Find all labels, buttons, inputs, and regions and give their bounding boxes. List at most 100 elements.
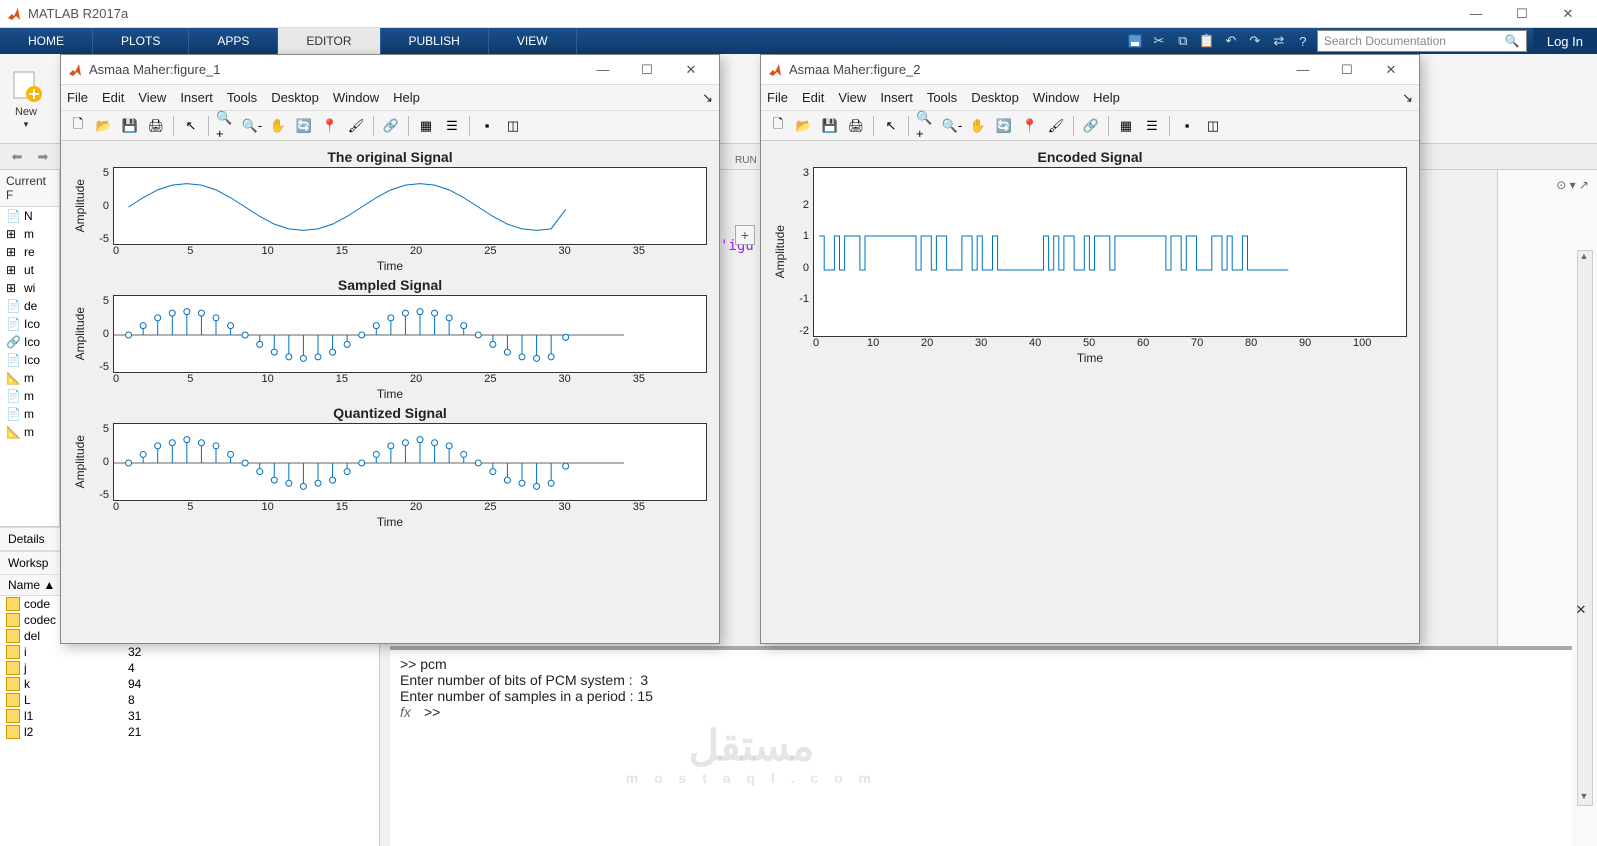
window-maximize-button[interactable]: ☐	[1499, 0, 1545, 28]
plot-area[interactable]	[113, 423, 707, 501]
scrollbar[interactable]: ▲ ▼	[1577, 250, 1593, 806]
brush-icon[interactable]: 🖌	[1045, 115, 1067, 137]
new-file-button[interactable]: New ▼	[8, 68, 44, 129]
menu-tools[interactable]: Tools	[227, 90, 257, 105]
figure-1-window[interactable]: Asmaa Maher:figure_1 — ☐ ✕ File Edit Vie…	[60, 54, 720, 644]
zoom-in-icon[interactable]: 🔍+	[215, 115, 237, 137]
fig-maximize-button[interactable]: ☐	[1325, 56, 1369, 84]
legend-icon[interactable]: ☰	[1141, 115, 1163, 137]
panel-controls[interactable]: ⊙ ▾ ↗	[1556, 178, 1589, 192]
rotate-icon[interactable]: 🔄	[293, 115, 315, 137]
zoom-out-icon[interactable]: 🔍-	[241, 115, 263, 137]
legend-icon[interactable]: ☰	[441, 115, 463, 137]
print-icon[interactable]: 🖨	[845, 115, 867, 137]
open-icon[interactable]: 📂	[793, 115, 815, 137]
menu-desktop[interactable]: Desktop	[271, 90, 319, 105]
cut-icon[interactable]: ✂	[1149, 31, 1169, 51]
menu-tools[interactable]: Tools	[927, 90, 957, 105]
figure-2-window[interactable]: Asmaa Maher:figure_2 — ☐ ✕ File Edit Vie…	[760, 54, 1420, 644]
menu-edit[interactable]: Edit	[102, 90, 124, 105]
menu-insert[interactable]: Insert	[180, 90, 213, 105]
pan-icon[interactable]: ✋	[267, 115, 289, 137]
hide-tools-icon[interactable]: ▪	[476, 115, 498, 137]
workspace-row[interactable]: L8	[0, 692, 379, 708]
editor-add-button[interactable]: +	[735, 225, 755, 245]
copy-icon[interactable]: ⧉	[1173, 31, 1193, 51]
scroll-down-icon[interactable]: ▼	[1578, 791, 1590, 805]
folder-list[interactable]: 📄N ⊞m ⊞re ⊞ut ⊞wi 📄de 📄Ico 🔗Ico 📄Ico 📐m …	[0, 207, 59, 441]
window-minimize-button[interactable]: —	[1453, 0, 1499, 28]
dock-icon[interactable]: ◫	[502, 115, 524, 137]
tab-home[interactable]: HOME	[0, 28, 93, 54]
save-icon[interactable]: 💾	[119, 115, 141, 137]
nav-forward-button[interactable]: ➡	[32, 146, 54, 168]
undo-icon[interactable]: ↶	[1221, 31, 1241, 51]
menu-docking-arrow-icon[interactable]: ↘	[702, 90, 713, 106]
menu-view[interactable]: View	[138, 90, 166, 105]
zoom-in-icon[interactable]: 🔍+	[915, 115, 937, 137]
command-window[interactable]: >> pcm Enter number of bits of PCM syste…	[390, 646, 1572, 846]
tab-apps[interactable]: APPS	[189, 28, 278, 54]
print-icon[interactable]: 🖨	[145, 115, 167, 137]
save-icon[interactable]: 💾	[819, 115, 841, 137]
zoom-out-icon[interactable]: 🔍-	[941, 115, 963, 137]
menu-desktop[interactable]: Desktop	[971, 90, 1019, 105]
nav-back-button[interactable]: ⬅	[6, 146, 28, 168]
redo-icon[interactable]: ↷	[1245, 31, 1265, 51]
menu-insert[interactable]: Insert	[880, 90, 913, 105]
tab-editor[interactable]: EDITOR	[278, 28, 380, 54]
switch-windows-icon[interactable]: ⇄	[1269, 31, 1289, 51]
plot-area[interactable]	[813, 167, 1407, 337]
colorbar-icon[interactable]: ▦	[415, 115, 437, 137]
fig-close-button[interactable]: ✕	[669, 56, 713, 84]
link-icon[interactable]: 🔗	[380, 115, 402, 137]
pointer-icon[interactable]: ↖	[880, 115, 902, 137]
pointer-icon[interactable]: ↖	[180, 115, 202, 137]
brush-icon[interactable]: 🖌	[345, 115, 367, 137]
dock-icon[interactable]: ◫	[1202, 115, 1224, 137]
close-panel-icon[interactable]: ✕	[1571, 602, 1591, 618]
tab-plots[interactable]: PLOTS	[93, 28, 189, 54]
menu-window[interactable]: Window	[1033, 90, 1079, 105]
fig-close-button[interactable]: ✕	[1369, 56, 1413, 84]
search-documentation-input[interactable]: Search Documentation 🔍	[1317, 30, 1527, 52]
menu-window[interactable]: Window	[333, 90, 379, 105]
plot-area[interactable]	[113, 167, 707, 245]
plot-area[interactable]	[113, 295, 707, 373]
new-figure-icon[interactable]: 🗋	[767, 115, 789, 137]
login-button[interactable]: Log In	[1533, 28, 1597, 54]
help-icon[interactable]: ?	[1293, 31, 1313, 51]
open-icon[interactable]: 📂	[93, 115, 115, 137]
tab-view[interactable]: VIEW	[489, 28, 577, 54]
new-figure-icon[interactable]: 🗋	[67, 115, 89, 137]
save-icon[interactable]	[1125, 31, 1145, 51]
fig-minimize-button[interactable]: —	[1281, 56, 1325, 84]
hide-tools-icon[interactable]: ▪	[1176, 115, 1198, 137]
menu-help[interactable]: Help	[1093, 90, 1120, 105]
menu-edit[interactable]: Edit	[802, 90, 824, 105]
figure-2-titlebar[interactable]: Asmaa Maher:figure_2 — ☐ ✕	[761, 55, 1419, 85]
window-close-button[interactable]: ✕	[1545, 0, 1591, 28]
fig-maximize-button[interactable]: ☐	[625, 56, 669, 84]
workspace-row[interactable]: j4	[0, 660, 379, 676]
link-icon[interactable]: 🔗	[1080, 115, 1102, 137]
datatip-icon[interactable]: 📍	[1019, 115, 1041, 137]
workspace-row[interactable]: k94	[0, 676, 379, 692]
fig-minimize-button[interactable]: —	[581, 56, 625, 84]
figure-1-titlebar[interactable]: Asmaa Maher:figure_1 — ☐ ✕	[61, 55, 719, 85]
menu-help[interactable]: Help	[393, 90, 420, 105]
menu-file[interactable]: File	[67, 90, 88, 105]
tab-publish[interactable]: PUBLISH	[381, 28, 489, 54]
pan-icon[interactable]: ✋	[967, 115, 989, 137]
menu-view[interactable]: View	[838, 90, 866, 105]
paste-icon[interactable]: 📋	[1197, 31, 1217, 51]
workspace-row[interactable]: i32	[0, 644, 379, 660]
menu-docking-arrow-icon[interactable]: ↘	[1402, 90, 1413, 106]
datatip-icon[interactable]: 📍	[319, 115, 341, 137]
colorbar-icon[interactable]: ▦	[1115, 115, 1137, 137]
menu-file[interactable]: File	[767, 90, 788, 105]
rotate-icon[interactable]: 🔄	[993, 115, 1015, 137]
workspace-row[interactable]: l221	[0, 724, 379, 740]
cmd-prompt-line[interactable]: fx>>	[400, 704, 1562, 720]
scroll-up-icon[interactable]: ▲	[1578, 251, 1590, 265]
